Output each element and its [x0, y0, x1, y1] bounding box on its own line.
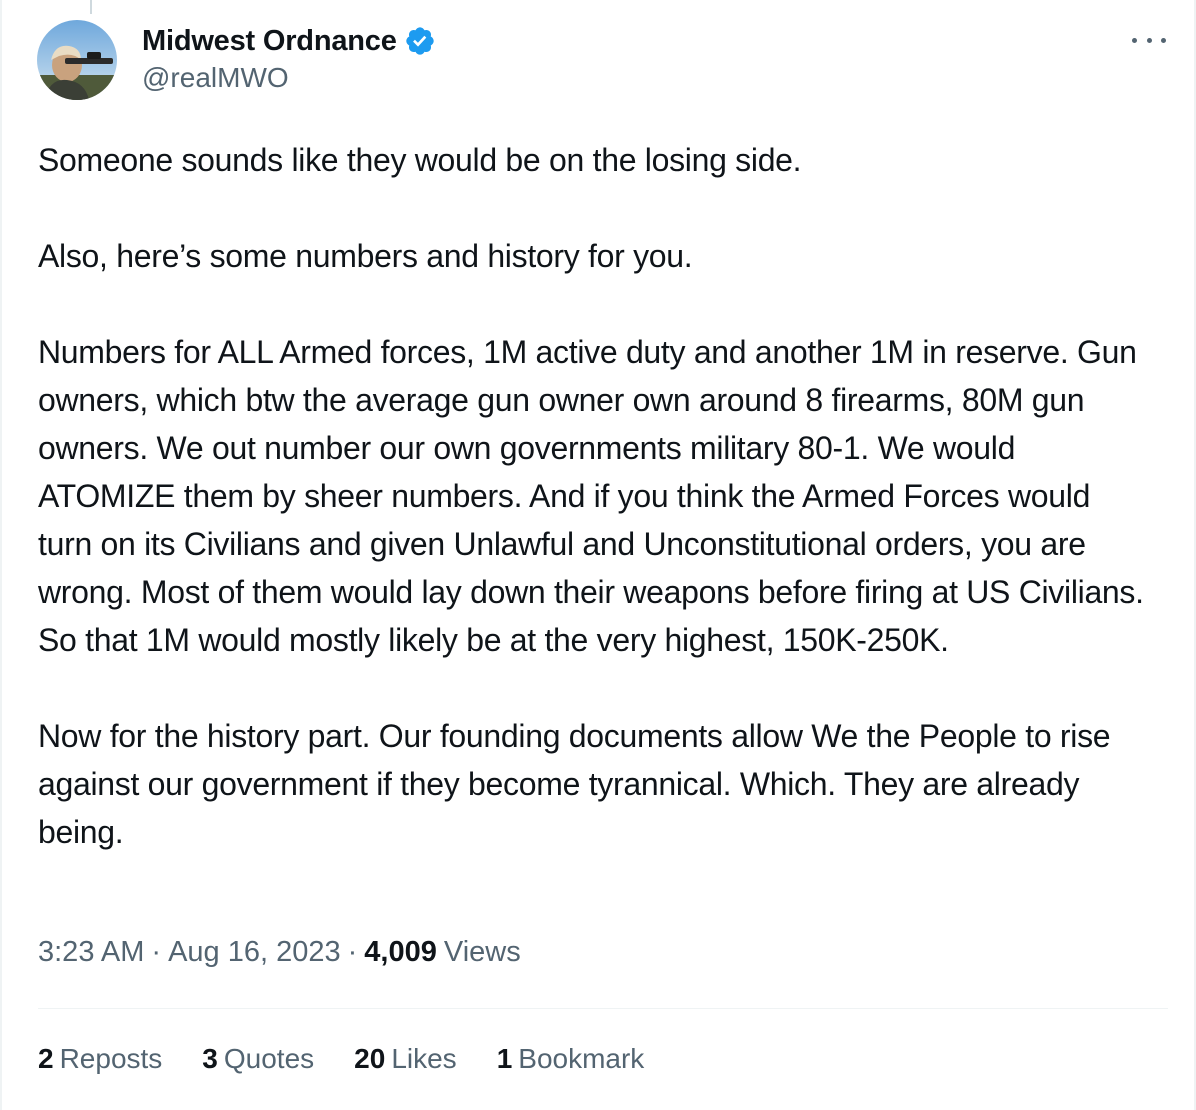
reposts-label: Reposts [59, 1043, 163, 1074]
reposts-stat[interactable]: 2 Reposts [38, 1043, 162, 1075]
verified-badge-icon[interactable] [404, 25, 436, 57]
bookmarks-count: 1 [496, 1043, 513, 1074]
avatar[interactable] [37, 20, 117, 100]
author-block: Midwest Ordnance @realMWO [142, 22, 436, 94]
more-dot [1132, 37, 1137, 43]
tweet-text: Someone sounds like they would be on the… [38, 136, 1148, 856]
likes-label: Likes [391, 1043, 457, 1074]
left-border [0, 0, 2, 1110]
avatar-photo-icon [37, 20, 117, 100]
bookmarks-stat[interactable]: 1 Bookmark [497, 1043, 645, 1075]
tweet-meta: 3:23 AM · Aug 16, 2023 · 4,009 Views [38, 936, 521, 969]
handle[interactable]: @realMWO [142, 62, 436, 94]
likes-stat[interactable]: 20 Likes [354, 1043, 457, 1075]
bookmarks-label: Bookmark [518, 1043, 645, 1074]
more-dot [1161, 37, 1166, 43]
views-count: 4,009 [364, 936, 437, 968]
name-row: Midwest Ordnance [142, 22, 436, 60]
tweet-paragraph: Now for the history part. Our founding d… [38, 718, 1119, 850]
thread-connector-line [90, 0, 92, 14]
likes-count: 20 [354, 1043, 386, 1074]
quotes-stat[interactable]: 3 Quotes [202, 1043, 314, 1075]
divider [38, 1008, 1168, 1009]
meta-separator: · [347, 936, 358, 968]
quotes-label: Quotes [223, 1043, 315, 1074]
display-name[interactable]: Midwest Ordnance [142, 25, 397, 58]
engagement-stats: 2 Reposts 3 Quotes 20 Likes 1 Bookmark [38, 1043, 684, 1075]
meta-separator: · [151, 936, 162, 968]
reposts-count: 2 [38, 1043, 54, 1074]
more-dot [1146, 37, 1152, 43]
tweet-paragraph: Also, here’s some numbers and history fo… [38, 238, 693, 274]
tweet-paragraph: Someone sounds like they would be on the… [38, 142, 802, 178]
views-label: Views [443, 936, 521, 968]
more-options-icon[interactable] [1132, 30, 1166, 50]
tweet-paragraph: Numbers for ALL Armed forces, 1M active … [38, 334, 1153, 658]
quotes-count: 3 [202, 1043, 218, 1074]
tweet-date[interactable]: Aug 16, 2023 [168, 936, 341, 969]
tweet-time[interactable]: 3:23 AM [38, 936, 144, 969]
